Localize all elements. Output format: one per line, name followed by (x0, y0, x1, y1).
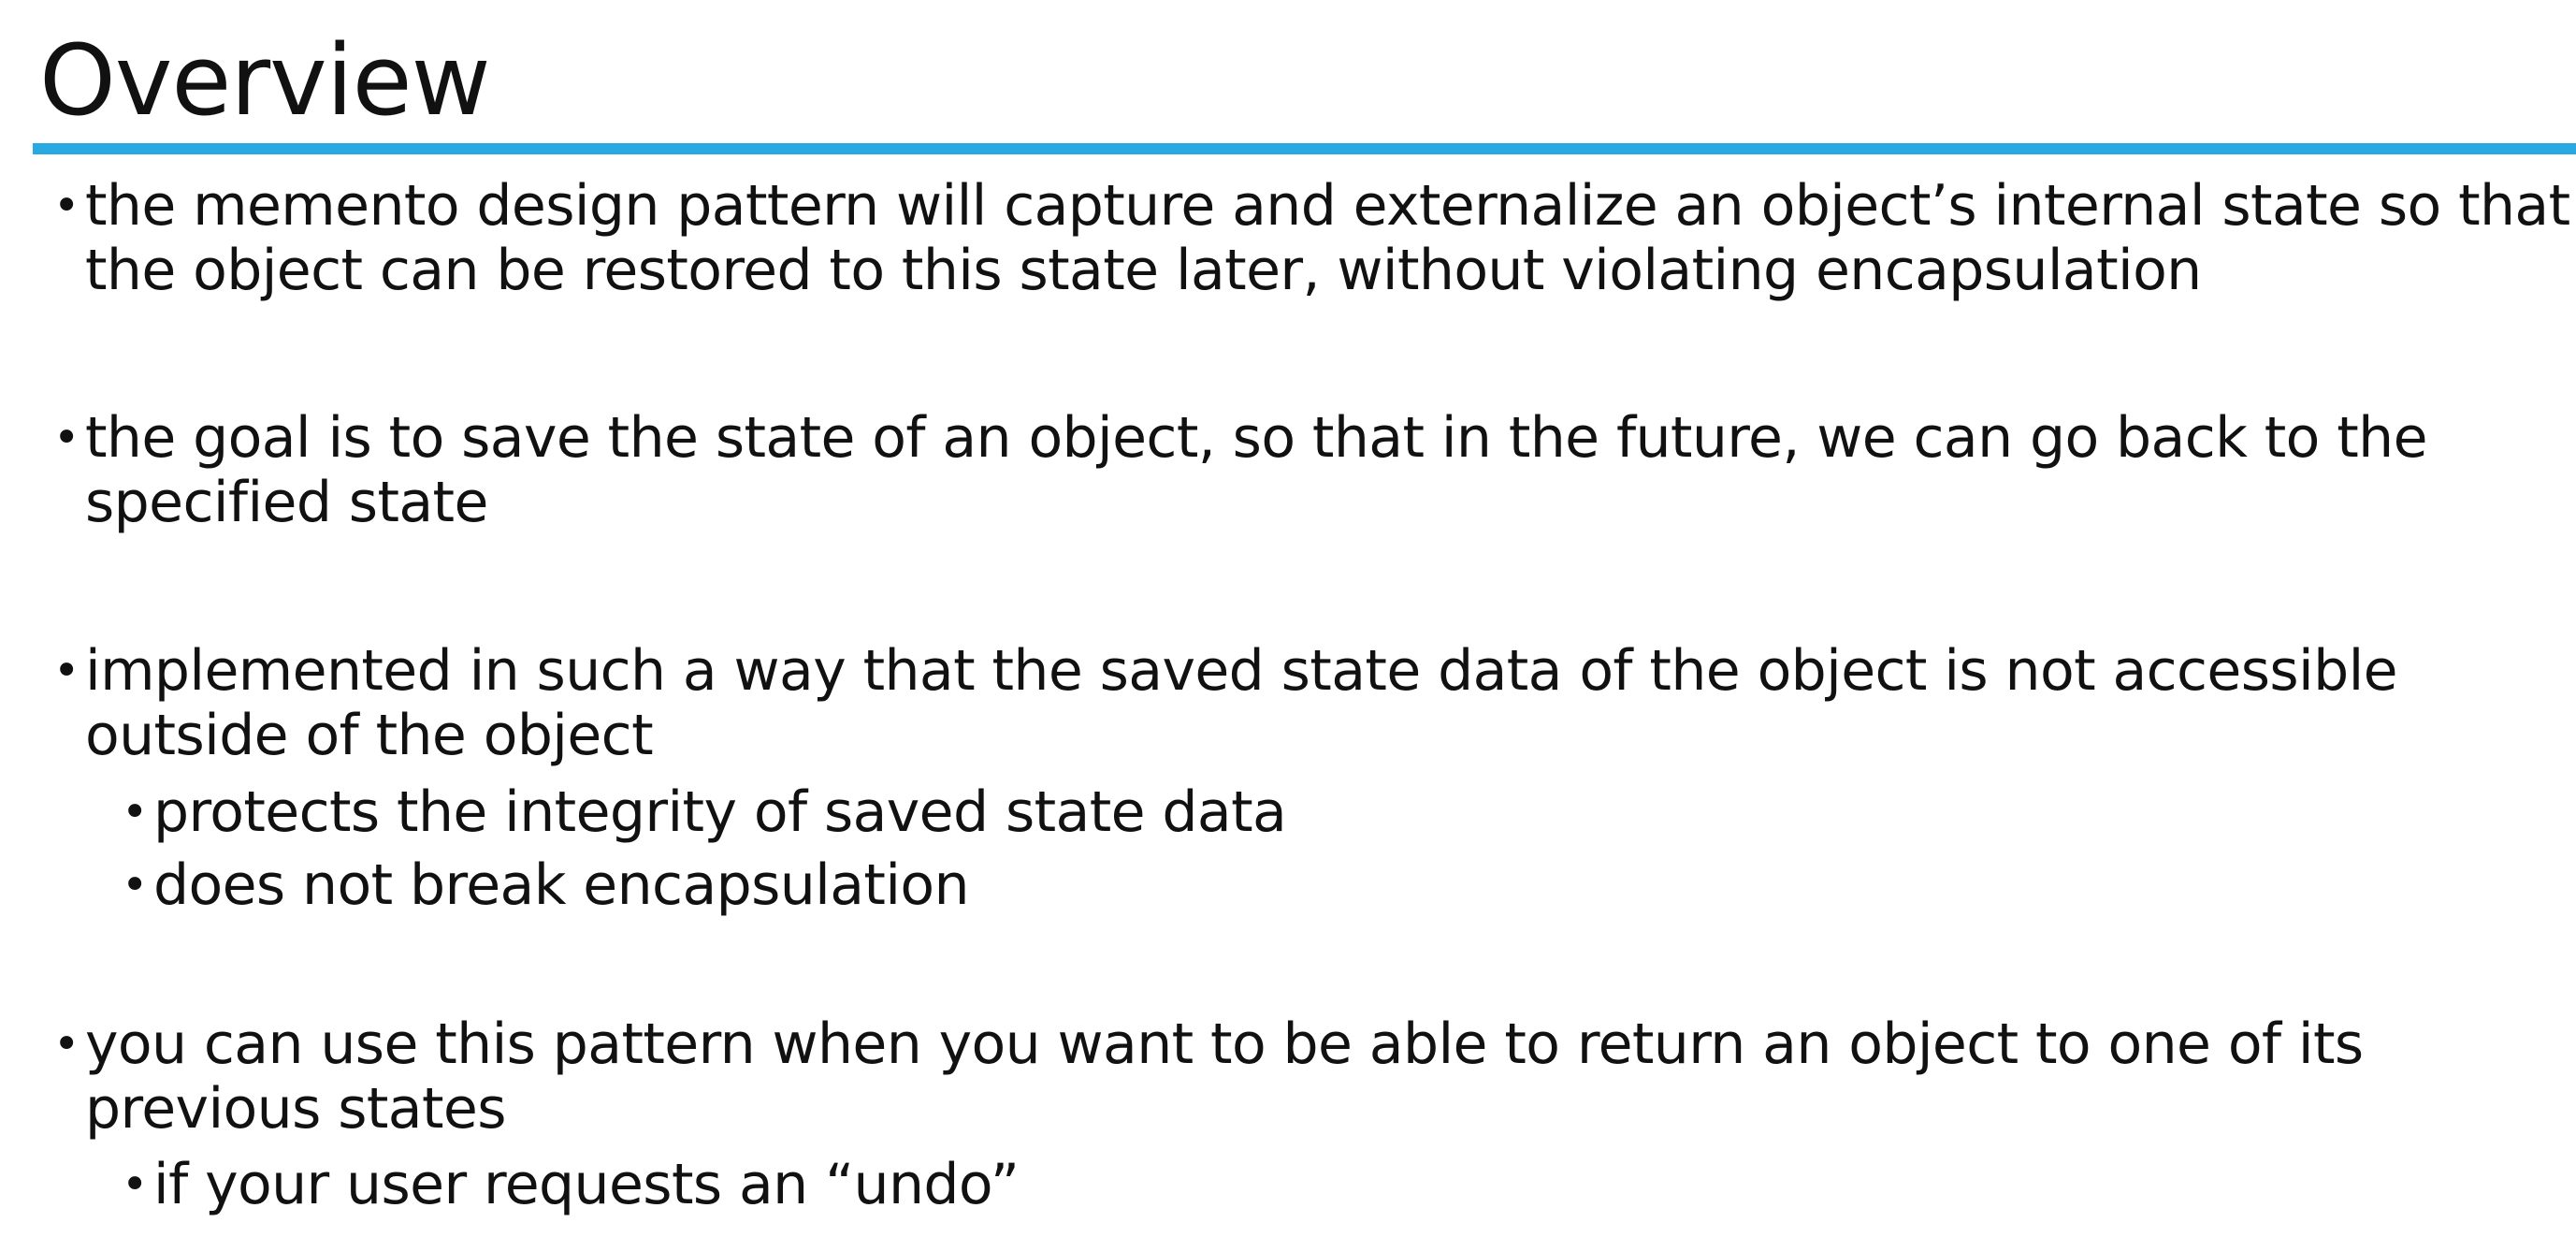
bullet-dot-icon: • (53, 645, 80, 697)
bullet-continuation: the object can be restored to this state… (85, 239, 2202, 303)
bullet-dot-icon: • (122, 859, 148, 911)
bullet-dot-icon: • (122, 1158, 148, 1211)
sub-bullet-item: • if your user requests an “undo” (122, 1152, 1020, 1217)
sub-bullet-text: protects the integrity of saved state da… (153, 779, 1287, 845)
bullet-dot-icon: • (122, 786, 148, 838)
bullet-item: • the memento design pattern will captur… (53, 173, 2570, 239)
sub-bullet-text: if your user requests an “undo” (153, 1152, 1020, 1217)
bullet-text: outside of the object (85, 703, 654, 768)
sub-bullet-item: • protects the integrity of saved state … (122, 779, 1287, 845)
bullet-item: • implemented in such a way that the sav… (53, 638, 2398, 704)
bullet-text: specified state (85, 470, 488, 535)
bullet-continuation: outside of the object (85, 703, 654, 768)
bullet-dot-icon: • (53, 180, 80, 232)
slide: Overview • the memento design pattern wi… (0, 0, 2576, 1237)
bullet-text: previous states (85, 1076, 506, 1142)
bullet-text: the object can be restored to this state… (85, 238, 2202, 303)
bullet-continuation: specified state (85, 471, 488, 535)
bullet-text: you can use this pattern when you want t… (85, 1011, 2364, 1077)
bullet-continuation: previous states (85, 1077, 506, 1142)
sub-bullet-item: • does not break encapsulation (122, 852, 970, 918)
bullet-list: • the memento design pattern will captur… (0, 0, 2576, 1237)
bullet-item: • the goal is to save the state of an ob… (53, 405, 2427, 471)
bullet-dot-icon: • (53, 412, 80, 464)
bullet-text: implemented in such a way that the saved… (85, 638, 2398, 704)
bullet-text: the goal is to save the state of an obje… (85, 405, 2427, 471)
sub-bullet-text: does not break encapsulation (153, 852, 970, 918)
bullet-text: the memento design pattern will capture … (85, 173, 2570, 239)
bullet-dot-icon: • (53, 1018, 80, 1070)
bullet-item: • you can use this pattern when you want… (53, 1011, 2364, 1077)
